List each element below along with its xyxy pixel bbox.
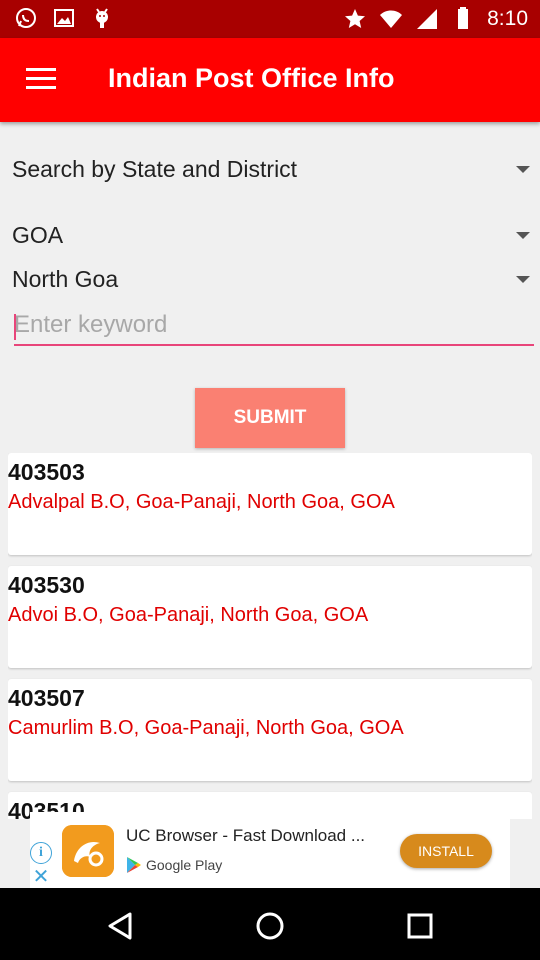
search-mode-value: Search by State and District: [12, 156, 298, 182]
keyword-input[interactable]: [14, 306, 534, 346]
dropdown-arrow-icon: [516, 232, 530, 239]
android-icon: [96, 8, 108, 28]
image-icon: [54, 9, 74, 27]
ad-app-name: UC Browser - Fast Download ...: [126, 826, 366, 845]
post-office-address: Advoi B.O, Goa-Panaji, North Goa, GOA: [8, 604, 369, 626]
district-dropdown[interactable]: North Goa: [0, 260, 540, 300]
app-title: Indian Post Office Info: [108, 63, 395, 93]
list-item[interactable]: 403503 Advalpal B.O, Goa-Panaji, North G…: [8, 453, 532, 555]
hamburger-menu-icon[interactable]: [26, 68, 56, 90]
navigation-bar: [0, 888, 540, 960]
app-bar: Indian Post Office Info: [0, 38, 540, 122]
list-item[interactable]: 403530 Advoi B.O, Goa-Panaji, North Goa,…: [8, 566, 532, 668]
post-office-address: Advalpal B.O, Goa-Panaji, North Goa, GOA: [8, 491, 395, 513]
district-value: North Goa: [12, 266, 119, 292]
results-list[interactable]: 403503 Advalpal B.O, Goa-Panaji, North G…: [8, 453, 532, 819]
google-play-icon: [127, 857, 141, 873]
back-icon[interactable]: [100, 906, 140, 946]
state-value: GOA: [12, 222, 64, 248]
recents-icon[interactable]: [400, 906, 440, 946]
state-dropdown[interactable]: GOA: [0, 216, 540, 256]
info-icon[interactable]: i: [30, 842, 52, 864]
status-time: 8:10: [487, 7, 528, 30]
text-cursor: [14, 314, 16, 340]
pincode: 403503: [8, 459, 85, 485]
home-icon[interactable]: [250, 906, 290, 946]
ad-store-label: Google Play: [126, 856, 222, 874]
status-bar: 8:10: [0, 0, 540, 38]
list-item[interactable]: 403507 Camurlim B.O, Goa-Panaji, North G…: [8, 679, 532, 781]
star-icon: [345, 9, 366, 28]
ad-store-name: Google Play: [146, 857, 223, 873]
dropdown-arrow-icon: [516, 276, 530, 283]
search-mode-dropdown[interactable]: Search by State and District: [0, 150, 540, 190]
battery-icon: [458, 7, 469, 29]
dropdown-arrow-icon: [516, 166, 530, 173]
pincode: 403507: [8, 685, 85, 711]
uc-browser-app-icon: [62, 825, 114, 877]
install-button[interactable]: INSTALL: [400, 834, 492, 868]
pincode: 403530: [8, 572, 85, 598]
signal-icon: [417, 9, 438, 29]
close-icon[interactable]: ✕: [30, 866, 52, 888]
post-office-address: Camurlim B.O, Goa-Panaji, North Goa, GOA: [8, 717, 404, 739]
wifi-icon: [380, 10, 403, 28]
whatsapp-icon: [16, 8, 36, 28]
submit-button[interactable]: SUBMIT: [195, 388, 345, 448]
